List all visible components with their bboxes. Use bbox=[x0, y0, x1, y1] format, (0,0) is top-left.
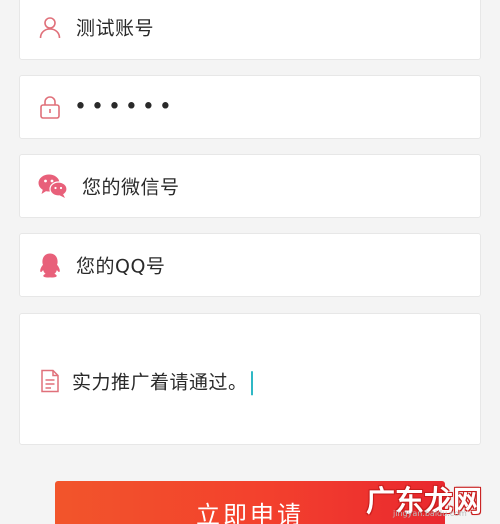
remark-value: 实力推广着请通过。 bbox=[72, 367, 253, 395]
username-field[interactable]: 测试账号 bbox=[19, 0, 481, 60]
remark-text: 实力推广着请通过。 bbox=[72, 371, 248, 394]
qq-field[interactable]: 您的QQ号 bbox=[19, 233, 481, 297]
wechat-icon bbox=[38, 173, 68, 199]
qq-icon bbox=[37, 252, 63, 278]
watermark-site: jingyan.baidu.com bbox=[393, 509, 467, 518]
application-form: 测试账号 •••••• 您的微信号 您的QQ号 实力推广着请通过。 立即申请 广… bbox=[0, 0, 500, 524]
user-icon bbox=[37, 14, 63, 40]
password-value: •••••• bbox=[74, 94, 176, 120]
text-caret bbox=[250, 370, 253, 395]
password-field[interactable]: •••••• bbox=[19, 75, 481, 139]
remark-textarea[interactable]: 实力推广着请通过。 bbox=[19, 313, 481, 445]
qq-placeholder: 您的QQ号 bbox=[76, 255, 166, 278]
wechat-field[interactable]: 您的微信号 bbox=[19, 154, 481, 218]
document-icon bbox=[37, 368, 63, 394]
lock-icon bbox=[37, 94, 63, 120]
username-value: 测试账号 bbox=[76, 17, 155, 40]
wechat-placeholder: 您的微信号 bbox=[82, 176, 180, 199]
